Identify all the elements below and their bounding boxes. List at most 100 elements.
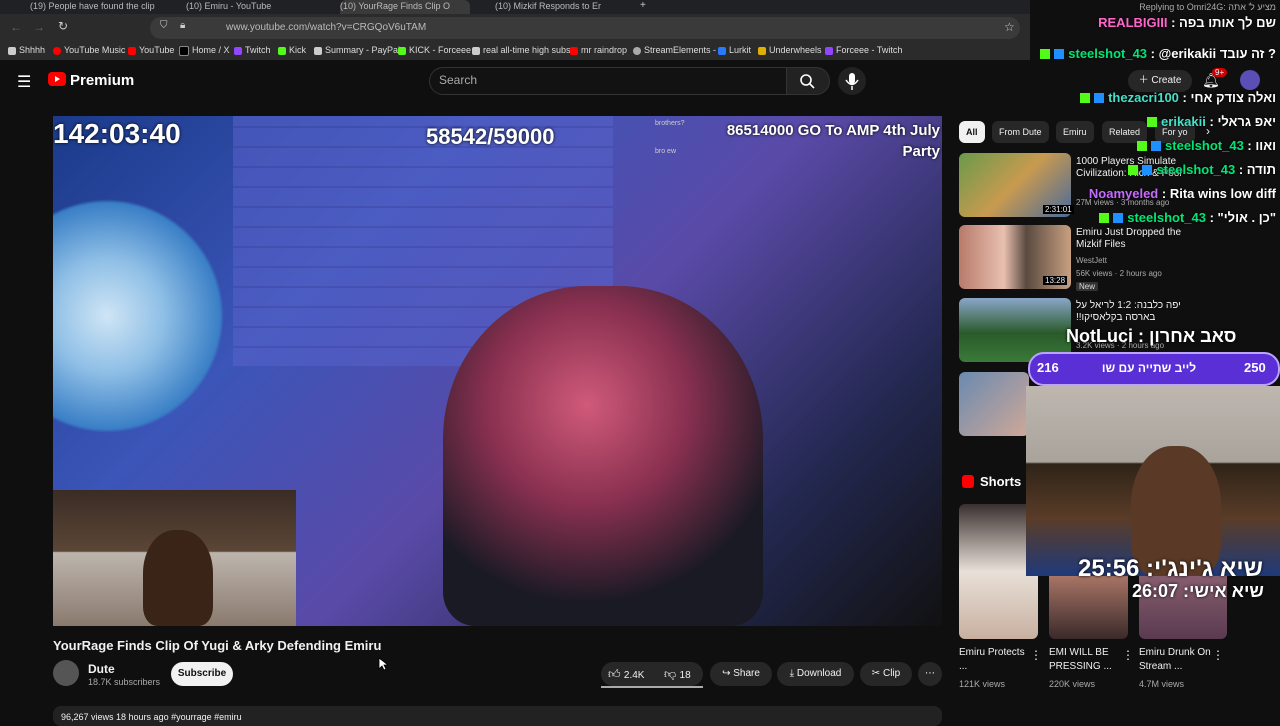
chat-username: erikakii — [1161, 114, 1206, 129]
related-title[interactable]: Emiru Just Dropped the Mizkif Files — [1076, 227, 1186, 251]
bookmark-item[interactable]: YouTube — [128, 45, 174, 55]
twitch-icon — [825, 46, 833, 55]
dislike-button[interactable]: 👎︎ 18 — [664, 667, 691, 682]
more-actions-button[interactable]: ⋯ — [918, 662, 942, 686]
short-views: 4.7M views — [1139, 679, 1185, 689]
overlay-goal: 86514000 GO To AMP 4th July Party — [726, 122, 940, 160]
more-vert-icon[interactable]: ⋮ — [1122, 648, 1134, 662]
sub-badge-icon — [1142, 165, 1153, 175]
bookmark-label: YouTube Music — [64, 45, 126, 55]
channel-subscriber-count: 18.7K subscribers — [88, 677, 161, 687]
kick-badge-icon — [1147, 117, 1158, 127]
browser-tab[interactable]: (10) Mizkif Responds to Er — [495, 0, 625, 14]
browser-tab[interactable]: (10) Emiru - YouTube — [186, 0, 296, 14]
bookmark-label: Underwheels — [769, 45, 822, 55]
chip-emiru[interactable]: Emiru — [1056, 121, 1094, 143]
bookmark-item[interactable]: real all-time high subs — [472, 45, 571, 55]
bookmark-item[interactable]: Summary - PayPal — [314, 45, 400, 55]
chat-username: steelshot_43 — [1156, 162, 1236, 177]
like-ratio-bar — [601, 686, 703, 688]
bookmark-item[interactable]: Forceee - Twitch — [825, 45, 902, 55]
bookmark-label: Forceee - Twitch — [836, 45, 903, 55]
download-button[interactable]: ⤓ Download — [777, 662, 854, 686]
plus-icon: ＋ — [1138, 75, 1152, 86]
video-duration: 13:28 — [1043, 276, 1068, 285]
bookmark-item[interactable]: Kick — [278, 45, 306, 55]
chat-username: Noamyeled — [1088, 186, 1159, 201]
overlay-timer: 142:03:40 — [53, 118, 181, 149]
page-icon — [472, 46, 480, 55]
browser-tab-active[interactable]: (10) YourRage Finds Clip O — [340, 0, 470, 14]
browser-tab[interactable]: (19) People have found the clip — [30, 0, 160, 14]
goal-left-value: 216 — [1037, 360, 1059, 375]
chip-from-dute[interactable]: From Dute — [992, 121, 1049, 143]
bookmark-item[interactable]: mr raindrop — [570, 45, 627, 55]
create-button[interactable]: ＋ Create — [1128, 70, 1192, 92]
subscribe-button[interactable]: Subscribe — [171, 662, 233, 686]
bookmark-item[interactable]: KICK - Forceee — [398, 45, 471, 55]
dislike-count: 18 — [679, 670, 691, 681]
kick-icon — [278, 46, 286, 55]
short-title[interactable]: Emiru Drunk On Stream ... — [1139, 646, 1211, 674]
last-sub-label: סאב אחרון — [1149, 326, 1237, 346]
bookmark-item[interactable]: Twitch — [234, 45, 271, 55]
kick-icon — [398, 46, 406, 55]
underwheels-icon — [758, 46, 766, 55]
bookmark-item[interactable]: StreamElements - — [633, 45, 716, 55]
related-channel[interactable]: WestJett — [1076, 256, 1107, 265]
like-button[interactable]: 👍︎ 2.4K — [608, 667, 644, 682]
goal-right-value: 250 — [1244, 360, 1266, 375]
short-views: 220K views — [1049, 679, 1096, 689]
video-chat-line: brothers? — [655, 120, 685, 127]
back-icon[interactable]: ← — [10, 20, 22, 34]
more-vert-icon[interactable]: ⋮ — [1030, 648, 1042, 662]
search-button[interactable] — [786, 67, 830, 95]
more-vert-icon[interactable]: ⋮ — [1212, 648, 1224, 662]
like-count: 2.4K — [623, 670, 645, 681]
account-avatar[interactable] — [1240, 70, 1260, 90]
hamburger-menu-icon[interactable]: ☰ — [17, 72, 31, 92]
thumbs-down-icon: 👎︎ — [664, 667, 677, 681]
more-icon: ⋯ — [925, 668, 935, 679]
channel-name[interactable]: Dute — [88, 662, 115, 676]
share-button[interactable]: ↪ Share — [710, 662, 772, 686]
bookmark-item[interactable]: Home / X — [179, 45, 230, 56]
search-icon — [800, 74, 815, 89]
reload-icon[interactable]: ↻ — [58, 19, 68, 33]
bookmark-item[interactable]: Lurkit — [718, 45, 751, 55]
channel-avatar[interactable] — [53, 660, 79, 686]
x-icon — [179, 45, 189, 56]
kick-badge-icon — [1040, 49, 1051, 59]
description-meta: 96,267 views 18 hours ago #yourrage #emi… — [61, 712, 242, 722]
related-title[interactable]: יפה כלבנה: 1:2 לריאל על בארסה בקלאסיקו!! — [1076, 300, 1186, 324]
short-title[interactable]: Emiru Protects ... — [959, 646, 1031, 674]
new-tab-icon[interactable]: + — [640, 0, 646, 11]
scissors-icon: ✂ — [871, 668, 883, 679]
mouse-cursor-icon — [378, 657, 388, 671]
clip-button[interactable]: ✂ Clip — [860, 662, 912, 686]
chip-all[interactable]: All — [959, 121, 985, 143]
notification-badge: 9+ — [1212, 68, 1228, 77]
voice-search-button[interactable] — [838, 67, 866, 95]
bookmark-item[interactable]: Underwheels — [758, 45, 822, 55]
download-label: Download — [796, 668, 842, 679]
short-title[interactable]: EMI WILL BE PRESSING ... — [1049, 646, 1121, 674]
search-input[interactable] — [429, 67, 788, 95]
tab-label: (10) Emiru - YouTube — [186, 1, 272, 11]
kick-badge-icon — [1099, 213, 1110, 223]
chat-text: שם לך אותו בפה — [1179, 15, 1276, 30]
video-chat-overlay: brothers? bro ew — [655, 120, 685, 156]
youtube-logo-icon[interactable] — [48, 72, 66, 86]
bookmark-label: Lurkit — [729, 45, 752, 55]
lock-icon[interactable]: 🔒︎ — [180, 20, 185, 31]
bookmark-item[interactable]: YouTube Music — [53, 45, 125, 55]
chat-message: REALBIGIII : שם לך אותו בפה — [1098, 15, 1276, 30]
clip-label: Clip — [882, 668, 901, 679]
chat-message: Noamyeled : Rita wins low diff — [1088, 186, 1276, 201]
youtube-premium-logo[interactable]: Premium — [70, 72, 134, 89]
forward-icon[interactable]: → — [33, 20, 45, 34]
bookmark-star-icon[interactable]: ☆ — [1004, 20, 1015, 34]
bookmark-item[interactable]: Shhhh — [8, 45, 45, 55]
related-thumbnail[interactable] — [959, 372, 1029, 436]
shield-icon[interactable]: ⛉ — [160, 20, 168, 31]
